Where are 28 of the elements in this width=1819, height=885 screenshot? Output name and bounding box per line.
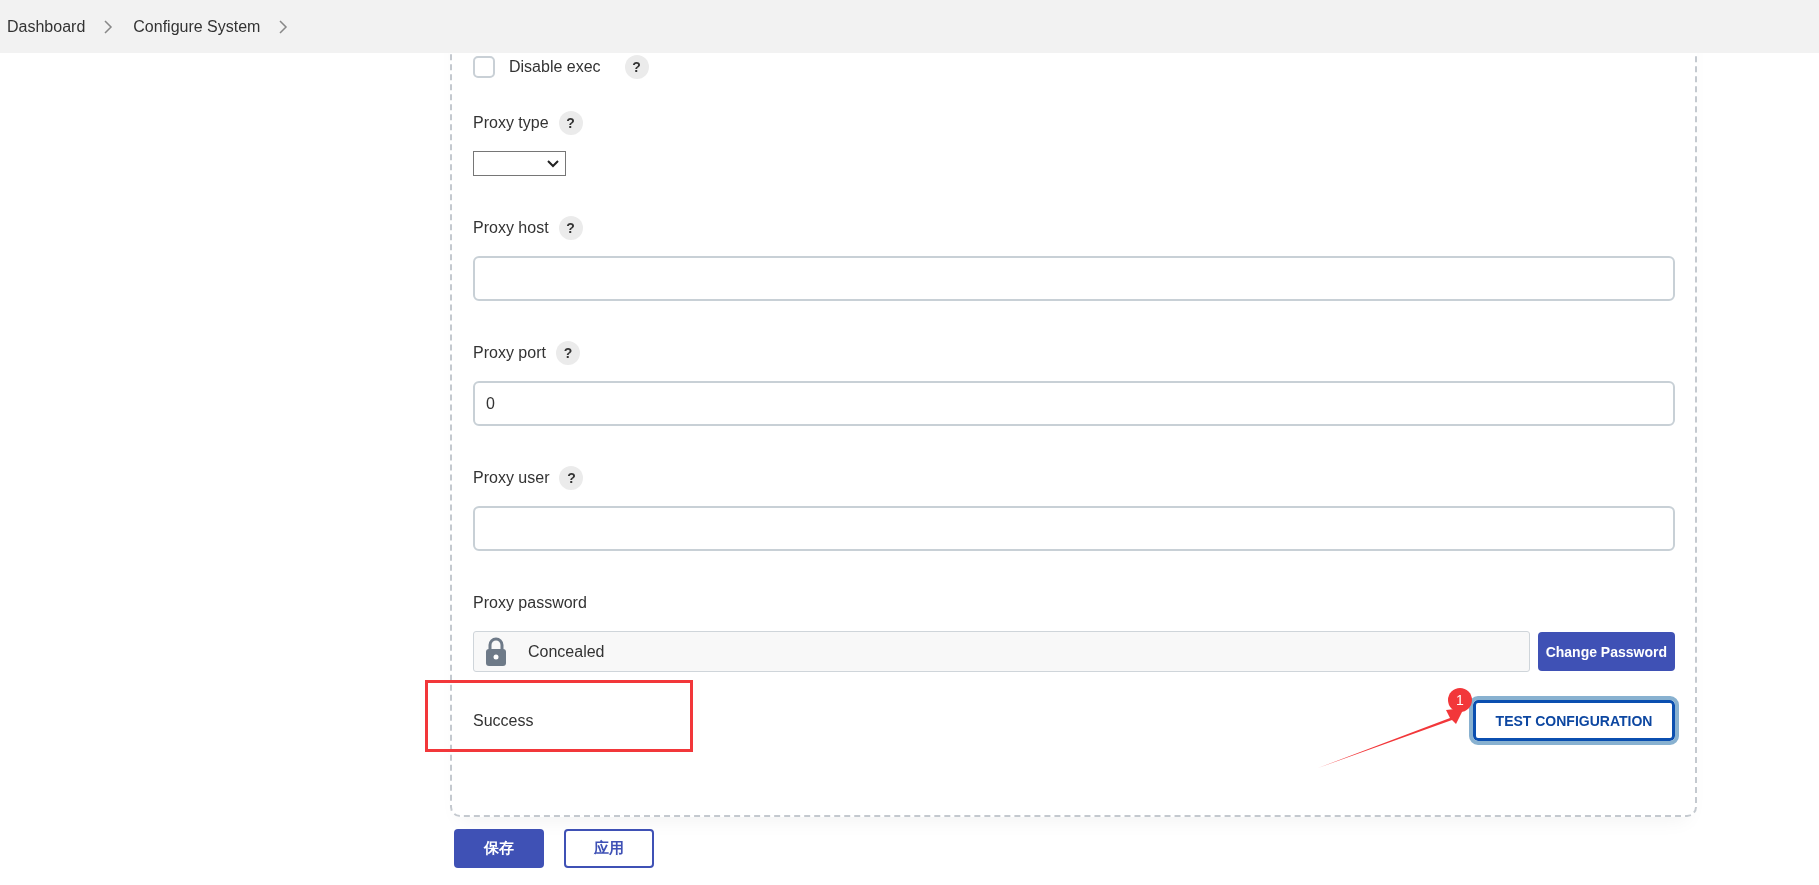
field-label: Proxy password: [473, 594, 587, 612]
chevron-right-icon: [103, 19, 114, 34]
checkbox[interactable]: [473, 56, 495, 78]
password-field: Concealed: [473, 631, 1530, 672]
breadcrumb-link[interactable]: Configure System: [133, 17, 261, 36]
help-icon[interactable]: ?: [559, 466, 584, 490]
test-result: Success: [473, 711, 534, 730]
input-field[interactable]: 0: [473, 381, 1675, 426]
help-icon[interactable]: ?: [558, 111, 583, 135]
input-field[interactable]: [473, 506, 1675, 551]
lock-icon: [484, 636, 508, 667]
help-icon[interactable]: ?: [555, 341, 580, 365]
field-label: Proxy port: [473, 344, 546, 362]
breadcrumb-link[interactable]: Dashboard: [7, 17, 86, 36]
dropdown[interactable]: [473, 151, 566, 176]
help-icon[interactable]: ?: [624, 55, 649, 79]
field-label: Disable exec: [509, 58, 601, 76]
change-password-button[interactable]: Change Password: [1537, 632, 1675, 671]
help-icon[interactable]: ?: [558, 216, 583, 240]
apply-button[interactable]: 应用: [564, 829, 654, 868]
field-label: Proxy type: [473, 114, 549, 132]
field-label: Proxy user: [473, 469, 550, 487]
save-button[interactable]: 保存: [454, 829, 544, 868]
chevron-right-icon: [278, 19, 289, 34]
field-label: Proxy host: [473, 219, 549, 237]
chevron-down-icon: [547, 159, 559, 168]
input-field[interactable]: [473, 256, 1675, 301]
annotation-badge: 1: [1448, 688, 1472, 712]
